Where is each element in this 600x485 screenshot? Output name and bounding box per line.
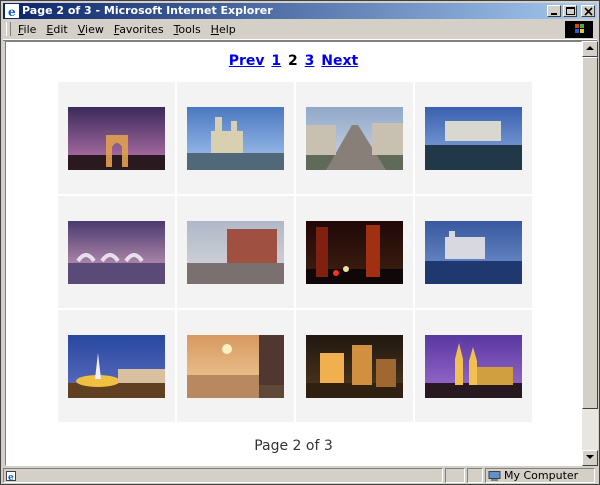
menu-file[interactable]: File bbox=[13, 22, 41, 37]
thumb-champs-elysees[interactable] bbox=[306, 107, 403, 170]
thumb-notre-dame[interactable] bbox=[187, 107, 284, 170]
next-link[interactable]: Next bbox=[321, 53, 358, 69]
internet-explorer-icon: e bbox=[5, 4, 19, 18]
arrow-up-icon bbox=[586, 46, 594, 50]
menu-label-rest: avorites bbox=[119, 23, 164, 36]
gallery-cell bbox=[177, 196, 294, 308]
status-pane-2 bbox=[445, 468, 465, 483]
svg-text:e: e bbox=[8, 473, 14, 481]
gallery-cell bbox=[58, 82, 175, 194]
menu-help[interactable]: Help bbox=[206, 22, 241, 37]
scrollbar-thumb[interactable] bbox=[582, 57, 598, 409]
minimize-button[interactable] bbox=[547, 5, 561, 17]
thumbnail-gallery bbox=[58, 82, 534, 422]
thumb-river-sunset[interactable] bbox=[187, 335, 284, 398]
menu-label-rest: ile bbox=[23, 23, 37, 36]
page-icon: e bbox=[6, 471, 16, 481]
gallery-cell bbox=[177, 310, 294, 422]
status-pane-3 bbox=[467, 468, 483, 483]
thumb-gothic-cathedral[interactable] bbox=[425, 335, 522, 398]
toolbar-grip[interactable] bbox=[6, 22, 11, 36]
zone-label: My Computer bbox=[504, 469, 579, 482]
thumb-trafalgar-fountain[interactable] bbox=[68, 335, 165, 398]
menu-bar: File Edit View Favorites Tools Help bbox=[3, 20, 597, 40]
my-computer-icon bbox=[488, 471, 501, 481]
close-button[interactable] bbox=[581, 5, 595, 17]
gallery-cell bbox=[415, 196, 532, 308]
menu-favorites[interactable]: Favorites bbox=[109, 22, 169, 37]
status-text-pane: e bbox=[3, 468, 443, 483]
thumb-palace-garden[interactable] bbox=[425, 107, 522, 170]
current-page: 2 bbox=[288, 53, 298, 69]
thumb-night-street[interactable] bbox=[306, 221, 403, 284]
menu-label-rest: dit bbox=[53, 23, 68, 36]
menu-edit[interactable]: Edit bbox=[41, 22, 72, 37]
window-title: Page 2 of 3 - Microsoft Internet Explore… bbox=[22, 4, 273, 17]
page-footer: Page 2 of 3 bbox=[254, 438, 333, 454]
gallery-cell bbox=[177, 82, 294, 194]
gallery-cell bbox=[58, 310, 175, 422]
vertical-scrollbar[interactable] bbox=[582, 41, 598, 466]
gallery-cell bbox=[296, 196, 413, 308]
prev-link[interactable]: Prev bbox=[229, 53, 265, 69]
thumb-tower-of-london[interactable] bbox=[425, 221, 522, 284]
gallery-cell bbox=[58, 196, 175, 308]
title-bar: e Page 2 of 3 - Microsoft Internet Explo… bbox=[3, 3, 597, 19]
gallery-cell bbox=[415, 82, 532, 194]
thumb-thames-barrier[interactable] bbox=[68, 221, 165, 284]
arrow-down-icon bbox=[586, 455, 594, 459]
menu-label-rest: ools bbox=[178, 23, 201, 36]
menu-view[interactable]: View bbox=[73, 22, 109, 37]
browser-window: e Page 2 of 3 - Microsoft Internet Explo… bbox=[0, 0, 600, 485]
maximize-button[interactable] bbox=[563, 5, 577, 17]
page-content: Prev 1 2 3 Next Page 2 of 3 bbox=[5, 41, 582, 466]
close-icon bbox=[584, 7, 593, 16]
menu-tools[interactable]: Tools bbox=[169, 22, 206, 37]
gallery-cell bbox=[296, 310, 413, 422]
gallery-cell bbox=[296, 82, 413, 194]
menu-accelerator: H bbox=[210, 23, 219, 36]
thumb-city-night-aerial[interactable] bbox=[306, 335, 403, 398]
menu-label-rest: iew bbox=[85, 23, 104, 36]
scroll-down-button[interactable] bbox=[582, 450, 598, 466]
menu-label-rest: elp bbox=[218, 23, 236, 36]
thumb-arc-de-triomphe[interactable] bbox=[68, 107, 165, 170]
status-bar: e My Computer bbox=[3, 467, 597, 483]
svg-text:e: e bbox=[8, 5, 16, 18]
page-1-link[interactable]: 1 bbox=[271, 53, 281, 69]
page-3-link[interactable]: 3 bbox=[305, 53, 315, 69]
scroll-up-button[interactable] bbox=[582, 41, 598, 57]
windows-logo-throbber bbox=[565, 21, 593, 38]
pagination: Prev 1 2 3 Next bbox=[6, 53, 581, 69]
security-zone-pane: My Computer bbox=[485, 468, 595, 483]
menu-accelerator: V bbox=[77, 23, 86, 36]
maximize-icon bbox=[566, 7, 575, 15]
thumb-canal-buildings[interactable] bbox=[187, 221, 284, 284]
windows-flag-icon bbox=[575, 24, 584, 33]
minimize-icon bbox=[551, 13, 557, 15]
gallery-cell bbox=[415, 310, 532, 422]
